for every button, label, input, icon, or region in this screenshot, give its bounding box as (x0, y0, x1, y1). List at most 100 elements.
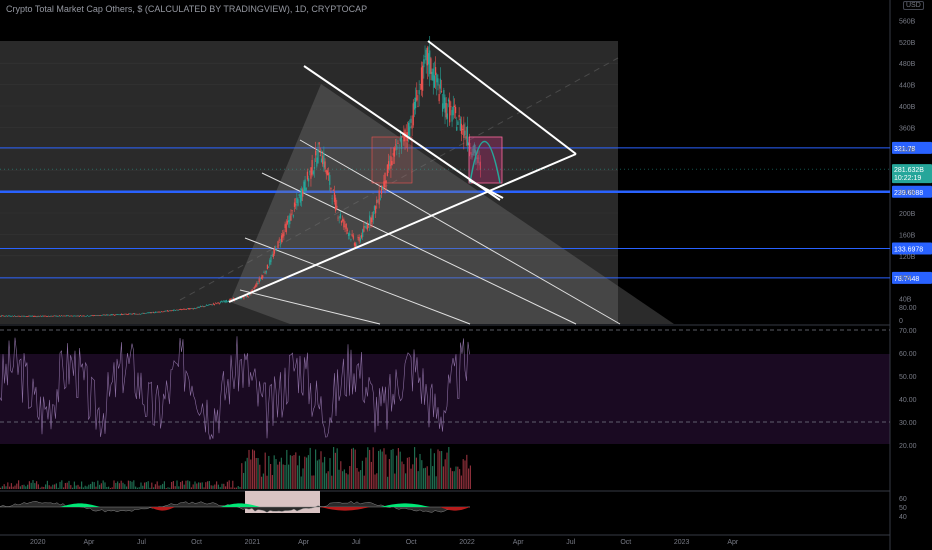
candle-body (192, 308, 194, 310)
time-tick-label: Jul (566, 539, 575, 546)
candle-body (275, 247, 277, 249)
candle-body (78, 316, 80, 317)
candle-body (99, 314, 102, 316)
candle-body (103, 314, 105, 316)
volume-bar (354, 449, 356, 489)
candle-body (425, 49, 427, 61)
candle-body (131, 313, 133, 315)
chart-canvas[interactable]: 321.78239.6088133.697878.7448040B80B120B… (0, 0, 932, 550)
volume-bar (111, 487, 113, 489)
volume-bar (403, 464, 405, 489)
volume-bar (104, 482, 106, 489)
volume-bar (187, 480, 189, 489)
volume-bar (275, 459, 277, 489)
volume-bar (343, 469, 345, 489)
volume-bar (36, 481, 38, 489)
price-tick-label: 160B (899, 232, 916, 239)
candle-body (169, 310, 171, 311)
volume-bar (282, 464, 284, 489)
candle-body (299, 194, 301, 203)
volume-bar (322, 462, 324, 489)
candle-body (88, 316, 90, 317)
candle-body (81, 315, 83, 317)
volume-bar (428, 475, 430, 489)
candle-body (42, 315, 44, 317)
volume-bar (149, 487, 151, 489)
volume-bar (145, 482, 147, 489)
volume-bar (302, 468, 304, 489)
volume-bar (237, 486, 239, 489)
candle-body (180, 309, 183, 311)
candle-body (288, 220, 290, 223)
candle-body (415, 97, 417, 109)
candle-body (378, 190, 380, 205)
volume-bar (226, 481, 228, 489)
volume-bar (59, 481, 61, 489)
volume-bar (243, 472, 245, 489)
price-tick-label: 120B (899, 254, 916, 261)
candle-body (156, 312, 158, 313)
candle-body (263, 272, 265, 273)
volume-bar (57, 487, 59, 489)
volume-bar (18, 480, 20, 489)
candle-body (65, 315, 67, 317)
candle-body (296, 197, 298, 204)
volume-bar (394, 473, 396, 489)
volume-bar (442, 466, 444, 489)
volume-bar (320, 451, 322, 489)
countdown-label: 10:22:19 (894, 175, 921, 182)
candle-body (52, 315, 55, 317)
candle-body (151, 311, 153, 313)
candle-body (416, 90, 418, 101)
volume-bar (147, 481, 149, 489)
volume-bar (405, 473, 407, 489)
volume-bar (304, 456, 306, 489)
volume-bar (311, 475, 313, 489)
candle-body (32, 316, 35, 317)
volume-bar (307, 455, 309, 489)
volume-bar (390, 449, 392, 489)
candle-body (260, 276, 263, 279)
candle-body (463, 124, 465, 138)
volume-bar (88, 484, 90, 489)
candle-body (64, 315, 66, 317)
candle-body (458, 114, 460, 118)
candle-body (2, 315, 4, 317)
candle-body (459, 118, 461, 131)
candle-body (183, 308, 185, 310)
volume-bar (252, 449, 254, 489)
candle-body (223, 300, 225, 302)
candle-body (205, 304, 207, 306)
volume-bar (315, 449, 317, 489)
candle-body (104, 315, 106, 316)
candle-body (30, 316, 32, 317)
candle-body (407, 122, 410, 136)
volume-bar (63, 487, 65, 489)
candle-body (268, 267, 270, 268)
volume-bar (212, 485, 214, 489)
candle-body (37, 316, 39, 317)
level-label: 133.6978 (894, 246, 923, 253)
volume-bar (144, 482, 146, 489)
range-box (371, 136, 413, 184)
candle-body (303, 181, 305, 192)
candle-body (86, 315, 89, 316)
candle-body (411, 125, 413, 129)
currency-badge[interactable]: USD (903, 1, 924, 10)
candle-body (293, 202, 296, 207)
volume-bar (241, 463, 243, 489)
candle-body (93, 315, 96, 316)
time-tick-label: 2021 (245, 539, 261, 546)
volume-bar (286, 449, 288, 489)
candle-body (62, 315, 64, 317)
candle-body (3, 315, 5, 317)
volume-bar (153, 487, 155, 489)
time-tick-label: Apr (513, 539, 525, 546)
candle-body (41, 316, 43, 317)
candle-body (133, 313, 136, 315)
candle-body (457, 121, 459, 126)
candle-body (182, 309, 184, 310)
volume-bar (288, 464, 290, 489)
candle-body (96, 315, 98, 316)
candle-body (55, 315, 57, 317)
